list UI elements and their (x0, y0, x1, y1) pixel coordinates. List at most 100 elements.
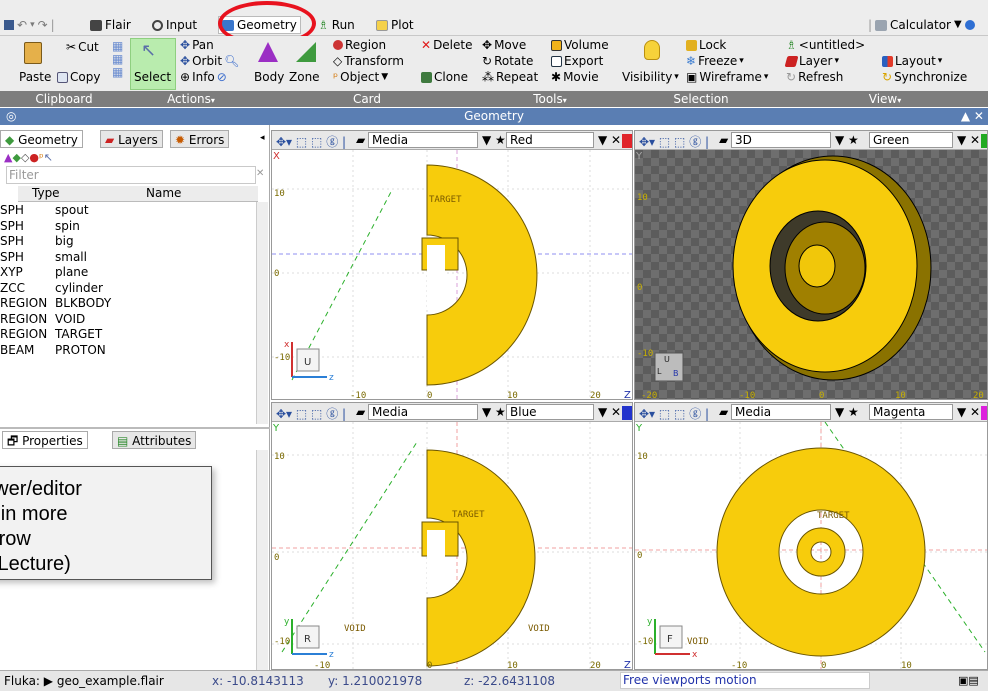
viewport-tool-icons[interactable]: ✥▾ ⬚ ⬚ ⓖ | (639, 405, 709, 422)
tab-flair[interactable]: Flair (90, 16, 131, 34)
viewset-selector[interactable]: ♗ <untitled> (786, 38, 865, 52)
paste-button[interactable]: Paste (19, 70, 51, 84)
wireframe-button[interactable]: ▣ Wireframe ▾ (686, 70, 768, 84)
undo-icon[interactable]: ↶ (17, 16, 27, 34)
viewport-color-select[interactable]: Red (506, 132, 594, 148)
list-item[interactable]: SPH big (0, 234, 256, 250)
tab-geometry-list[interactable]: ◆ Geometry (0, 130, 83, 148)
zoom-icon[interactable]: 🔍︎ (224, 54, 239, 68)
viewport-tool-icons[interactable]: ✥▾ ⬚ ⬚ ⓖ | (276, 133, 346, 150)
tab-errors[interactable]: ✹ Errors (170, 130, 230, 148)
group-actions[interactable]: Actions▾ (128, 91, 254, 107)
visibility-button[interactable]: Visibility ▾ (622, 70, 679, 84)
viewport-close-icons[interactable]: ▼ ✕ (598, 405, 621, 419)
type-filter-icons[interactable]: ▲◆◇●ᵖ↖ (4, 151, 53, 164)
grid-icons[interactable]: ▦ ▦ ▦ (112, 40, 124, 80)
dropdown-icons[interactable]: ▼ ★ (835, 133, 859, 147)
maximize-close-icons[interactable]: ▲ ✕ (961, 108, 984, 125)
synchronize-button[interactable]: ↻ Synchronize (882, 70, 967, 84)
layer-select[interactable]: 3D (731, 132, 831, 148)
group-view[interactable]: View▾ (782, 91, 988, 107)
group-tools[interactable]: Tools▾ (480, 91, 620, 107)
zone-button[interactable]: Zone (289, 70, 320, 84)
clone-button[interactable]: Clone (421, 70, 468, 84)
dropdown-icons[interactable]: ▼ ★ (835, 405, 859, 419)
quick-access-toolbar[interactable]: ↶ ▾ ↷ | (4, 16, 55, 34)
list-item[interactable]: SPH small (0, 250, 256, 266)
list-item[interactable]: REGION VOID (0, 312, 256, 328)
list-item[interactable]: XYP plane (0, 265, 256, 281)
properties-scrollbar[interactable] (256, 450, 268, 670)
viewport-color-select[interactable]: Magenta (869, 404, 953, 420)
list-item[interactable]: BEAM PROTON (0, 343, 256, 359)
tab-attributes[interactable]: ▤ Attributes (112, 431, 197, 449)
dropdown-icon[interactable]: ▾ (30, 16, 35, 34)
viewport-tool-icons[interactable]: ✥▾ ⬚ ⬚ ⓖ | (639, 133, 709, 150)
region-button[interactable]: Region (333, 38, 386, 52)
viewport-canvas[interactable]: TARGET X -10 0 10 20 10 0 -10 Ux z Z (272, 150, 632, 399)
viewport-color-select[interactable]: Blue (506, 404, 594, 420)
cursor-filter-icon[interactable]: ↖ (44, 151, 53, 164)
dropdown-icons[interactable]: ▼ ★ (482, 405, 506, 419)
save-icon[interactable] (4, 20, 14, 30)
repeat-button[interactable]: ⁂ Repeat (482, 70, 538, 84)
panel-splitter[interactable] (0, 427, 270, 429)
column-name[interactable]: Name (146, 186, 181, 200)
cut-button[interactable]: ✂ Cut (66, 40, 99, 54)
pan-button[interactable]: ✥ Pan (180, 38, 214, 52)
list-item[interactable]: REGION BLKBODY (0, 296, 256, 312)
viewport-color-select[interactable]: Green (869, 132, 953, 148)
viewport-close-icons[interactable]: ▼ ✕ (957, 133, 980, 147)
redo-icon[interactable]: ↷ (38, 16, 48, 34)
viewport-close-icons[interactable]: ▼ ✕ (957, 405, 980, 419)
list-scrollbar[interactable] (256, 202, 268, 424)
viewport-close-icons[interactable]: ▼ ✕ (598, 133, 621, 147)
freeze-button[interactable]: ❄ Freeze ▾ (686, 54, 744, 68)
volume-button[interactable]: Volume (551, 38, 609, 52)
lock-button[interactable]: Lock (686, 38, 726, 52)
zone-filter-icon[interactable]: ◆ (12, 151, 20, 164)
status-icons[interactable]: ▣▤ (958, 674, 979, 687)
rotate-button[interactable]: ↻ Rotate (482, 54, 533, 68)
layer-select[interactable]: Media (368, 404, 478, 420)
window-menu-icon[interactable]: ◎ (6, 108, 16, 125)
region-filter-icon[interactable]: ● (29, 151, 39, 164)
viewport-canvas[interactable]: Y U L B -20 -10 0 10 20 10 0 -10 (635, 150, 987, 399)
body-button[interactable]: Body (254, 70, 284, 84)
calculator-menu[interactable]: | Calculator ▼ (868, 16, 975, 34)
export-button[interactable]: Export (551, 54, 603, 68)
viewport-canvas[interactable]: TARGET VOID VOID Y -10 0 10 20 10 0 -10 Ry z Z (272, 422, 632, 669)
layout-button[interactable]: Layout ▾ (882, 54, 942, 68)
layer-button[interactable]: Layer ▾ (784, 54, 839, 68)
orbit-button[interactable]: ✥ Orbit 🔍︎ (180, 54, 239, 68)
filter-input[interactable]: Filter (6, 166, 256, 184)
tab-plot[interactable]: Plot (376, 16, 414, 34)
tab-properties[interactable]: 🗗︎ Properties (2, 431, 88, 449)
tab-run[interactable]: ♗ Run (318, 16, 355, 34)
clear-filter-icon[interactable]: ✕ (256, 168, 264, 179)
move-button[interactable]: ✥ Move (482, 38, 526, 52)
list-item[interactable]: SPH spout (0, 203, 256, 219)
dropdown-icons[interactable]: ▼ ★ (482, 133, 506, 147)
column-type[interactable]: Type (32, 186, 60, 200)
viewport-red[interactable]: ✥▾ ⬚ ⬚ ⓖ | ▰ Media ▼ ★ Red ▼ ✕ TARGET X -1… (271, 130, 633, 400)
copy-button[interactable]: Copy (57, 70, 100, 84)
tab-input[interactable]: Input (152, 16, 197, 34)
viewport-canvas[interactable]: TARGET VOID Y -10 0 10 10 0 -10 Fy x (635, 421, 987, 669)
layer-select[interactable]: Media (731, 404, 831, 420)
object-button[interactable]: ᵖ Object ▼ (333, 70, 388, 84)
list-item[interactable]: SPH spin (0, 219, 256, 235)
zoom-fit-icon[interactable]: ⊘ (217, 70, 227, 84)
viewport-blue[interactable]: ✥▾ ⬚ ⬚ ⓖ | ▰ Media ▼ ★ Blue ▼ ✕ TARGET VO… (271, 402, 633, 670)
refresh-button[interactable]: ↻ Refresh (786, 70, 843, 84)
tab-layers[interactable]: ▰ Layers (100, 130, 163, 148)
viewport-tool-icons[interactable]: ✥▾ ⬚ ⬚ ⓖ | (276, 405, 346, 422)
movie-button[interactable]: ✱ Movie (551, 70, 599, 84)
list-item[interactable]: ZCC cylinder (0, 281, 256, 297)
viewport-magenta[interactable]: ✥▾ ⬚ ⬚ ⓖ | ▰ Media ▼ ★ Magenta ▼ ✕ TARGE… (634, 402, 988, 670)
delete-button[interactable]: ✕ Delete (421, 38, 473, 52)
collapse-icon[interactable]: ◂ (260, 133, 265, 143)
info-button[interactable]: ⊕ Info ⊘ (180, 70, 227, 84)
help-icon[interactable] (964, 20, 975, 30)
transform-button[interactable]: ◇ Transform (333, 54, 404, 68)
